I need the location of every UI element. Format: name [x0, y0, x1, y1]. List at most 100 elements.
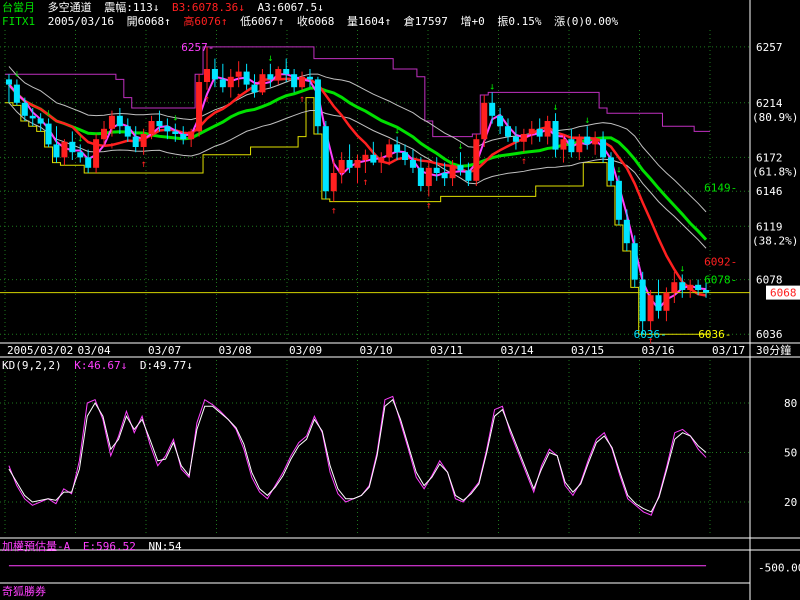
- sell-arrow: ↓: [14, 68, 20, 79]
- low-label: 低6067↑: [240, 15, 285, 28]
- candle-body: [156, 121, 163, 127]
- candle-body: [196, 82, 203, 132]
- close-label: 收6068: [296, 15, 335, 28]
- sell-arrow: ↓: [394, 126, 400, 137]
- buy-arrow: ↑: [204, 94, 210, 105]
- candle-body: [338, 160, 345, 173]
- candle-body: [354, 160, 361, 168]
- candle-body: [623, 219, 630, 244]
- sell-arrow: ↓: [584, 115, 590, 126]
- candle-body: [53, 144, 60, 158]
- y-tick-label: 6214: [756, 97, 783, 110]
- candle-body: [615, 180, 622, 220]
- chart-canvas: 6257 6214(80.9%) 6172(61.8%) 6146 6119(38.2%…: [0, 0, 800, 600]
- y-tick-label: 6119: [756, 220, 783, 233]
- volume-nn-value: NN:54: [148, 540, 182, 553]
- x-tick-label: 03/16: [642, 344, 675, 357]
- candle-body: [124, 126, 131, 137]
- candle-body: [402, 152, 409, 160]
- footer-label: 奇狐勝券: [2, 585, 46, 598]
- candle-body: [663, 292, 670, 311]
- buy-arrow: ↑: [299, 94, 305, 105]
- candle-body: [148, 121, 155, 134]
- candle-body: [409, 160, 416, 168]
- y-tick-label: 6257: [756, 41, 783, 54]
- candle-body: [671, 282, 678, 293]
- candle-body: [21, 102, 28, 116]
- candle-body: [679, 282, 686, 290]
- candle-body: [497, 115, 504, 127]
- ma-short-line: [8, 73, 707, 311]
- candle-body: [504, 126, 512, 137]
- sell-arrow: ↓: [616, 165, 622, 176]
- candle-body: [370, 154, 377, 163]
- date-label: 2005/03/16: [47, 15, 114, 28]
- candle-body: [631, 243, 638, 280]
- candle-body: [291, 74, 298, 88]
- y-tick-sublabel: (61.8%): [752, 165, 798, 178]
- price-annotation: 6257-: [181, 41, 214, 54]
- interval-label: 30分鐘: [756, 343, 791, 357]
- candle-body: [180, 134, 187, 140]
- y-tick-label: 6146: [756, 185, 783, 198]
- x-tick-label: 03/04: [78, 344, 111, 357]
- candle-body: [584, 136, 591, 145]
- header-line-1: 台當月 多空通道 震幅:113↓ B3:6078.36↓ A3:6067.5↓: [2, 1, 330, 14]
- candle-body: [85, 157, 92, 168]
- candle-body: [481, 102, 488, 140]
- high-label: 高6076↑: [183, 15, 228, 28]
- candle-body: [322, 126, 329, 192]
- volume-e-value: E:596.52: [82, 540, 136, 553]
- candle-body: [568, 139, 575, 153]
- candle-body: [132, 136, 139, 147]
- open-label: 開6068↑: [126, 15, 171, 28]
- candle-body: [544, 121, 551, 137]
- candle-body: [449, 165, 456, 179]
- candle-body: [219, 79, 226, 88]
- candle-body: [457, 165, 464, 171]
- candle-body: [77, 152, 84, 158]
- sell-arrow: ↓: [46, 107, 52, 118]
- x-tick-label: 03/08: [219, 344, 252, 357]
- candle-body: [164, 126, 171, 132]
- candle-body: [13, 84, 20, 103]
- candle-body: [61, 141, 68, 158]
- a3-label: A3:6067.5↓: [257, 1, 324, 14]
- sell-arrow: ↓: [457, 141, 463, 152]
- b3-label: B3:6078.36↓: [172, 1, 245, 14]
- candle-body: [235, 71, 242, 77]
- chart-window: { "header1": { "symbol": "台當月", "strateg…: [0, 0, 800, 600]
- candle-body: [362, 154, 369, 160]
- candle-body: [69, 141, 76, 153]
- candle-body: [552, 121, 559, 150]
- buy-arrow: ↑: [141, 159, 147, 170]
- candle-body: [330, 173, 337, 192]
- candle-body: [283, 69, 290, 75]
- strategy-label: 多空通道: [47, 1, 92, 14]
- candle-body: [473, 139, 480, 181]
- kd-header: KD(9,2,2) K:46.67↓ D:49.77↓: [2, 359, 199, 372]
- sell-arrow: ↓: [553, 102, 559, 113]
- candle-body: [5, 79, 12, 85]
- buy-arrow: ↑: [426, 200, 432, 211]
- candle-body: [695, 284, 702, 290]
- buy-arrow: ↑: [331, 206, 337, 217]
- x-tick-label: 2005/03/02: [7, 344, 73, 357]
- candle-body: [394, 144, 401, 153]
- candle-body: [243, 71, 250, 85]
- range-label: 振0.15%: [497, 15, 542, 28]
- candle-body: [647, 295, 654, 322]
- candle-body: [520, 134, 527, 142]
- candle-body: [560, 139, 567, 150]
- symbol-label: 台當月: [2, 1, 35, 14]
- candle-body: [227, 76, 234, 88]
- price-annotation: 6092-: [704, 255, 737, 268]
- sell-arrow: ↓: [77, 133, 83, 144]
- amplitude-label: 震幅:113↓: [104, 1, 160, 14]
- candle-body: [465, 170, 472, 181]
- change-label: 漲(0)0.00%: [554, 15, 619, 28]
- x-tick-label: 03/14: [501, 344, 534, 357]
- candle-body: [259, 74, 266, 93]
- candle-body: [299, 76, 306, 88]
- buy-arrow: ↑: [521, 156, 527, 167]
